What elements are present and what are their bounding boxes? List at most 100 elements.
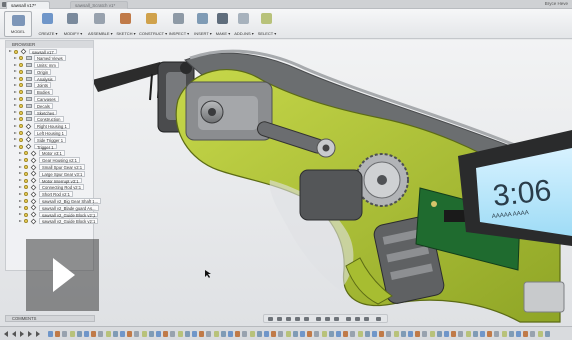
expand-arrow-icon[interactable] — [14, 138, 17, 141]
timeline-feature-icon[interactable] — [429, 331, 435, 337]
timeline-feature-icon[interactable] — [199, 331, 205, 337]
timeline-feature-icon[interactable] — [472, 331, 478, 337]
timeline-feature-icon[interactable] — [163, 331, 169, 337]
timeline-feature-icon[interactable] — [523, 331, 529, 337]
expand-arrow-icon[interactable] — [14, 97, 17, 100]
timeline-feature-icon[interactable] — [228, 331, 233, 337]
step-forward-icon[interactable] — [28, 331, 32, 337]
timeline-feature-icon[interactable] — [300, 331, 305, 337]
expand-arrow-icon[interactable] — [14, 117, 17, 120]
tab-inactive-document[interactable]: sawsall_Scratch v1* — [70, 1, 128, 9]
timeline-feature-icon[interactable] — [242, 331, 248, 337]
timeline-feature-icon[interactable] — [451, 331, 457, 337]
fit-icon[interactable] — [304, 317, 309, 321]
viewports-icon[interactable] — [334, 317, 339, 321]
timeline-feature-icon[interactable] — [480, 331, 485, 337]
visual-style-icon[interactable] — [346, 317, 351, 321]
browser-tree-item[interactable]: sawsall v2_Blade guard As... — [6, 204, 99, 211]
go-to-start-icon[interactable] — [4, 331, 8, 337]
visibility-bulb-icon[interactable] — [19, 110, 23, 115]
expand-arrow-icon[interactable] — [19, 206, 22, 209]
add-ins-menu[interactable]: ADD-INS ▾ — [233, 11, 255, 37]
timeline-feature-icon[interactable] — [278, 331, 284, 337]
expand-arrow-icon[interactable] — [19, 219, 22, 222]
zoom-icon[interactable] — [295, 317, 300, 321]
timeline-feature-icon[interactable] — [120, 331, 125, 337]
timeline-feature-icon[interactable] — [372, 331, 377, 337]
browser-tree-item[interactable]: Trigger 1 — [6, 143, 93, 150]
timeline-feature-icon[interactable] — [235, 331, 241, 337]
make-menu[interactable]: MAKE ▾ — [214, 11, 232, 37]
timeline-feature-icon[interactable] — [105, 331, 111, 337]
sketch-menu[interactable]: SKETCH ▾ — [116, 11, 136, 37]
expand-arrow-icon[interactable] — [19, 199, 22, 202]
timeline-feature-icon[interactable] — [508, 331, 514, 337]
visibility-bulb-icon[interactable] — [19, 131, 23, 136]
go-to-end-icon[interactable] — [36, 331, 40, 337]
browser-tree-item[interactable]: Analysis — [6, 75, 93, 82]
insert-menu[interactable]: INSERT ▾ — [193, 11, 213, 37]
timeline-feature-icon[interactable] — [206, 331, 212, 337]
browser-tree-item[interactable]: Joints — [6, 82, 93, 89]
visibility-bulb-icon[interactable] — [19, 103, 23, 108]
browser-tree-item[interactable]: Bodies — [6, 89, 93, 96]
play-icon[interactable] — [53, 258, 75, 292]
expand-arrow-icon[interactable] — [14, 56, 17, 59]
visibility-bulb-icon[interactable] — [19, 83, 23, 88]
expand-arrow-icon[interactable] — [19, 151, 22, 154]
visibility-bulb-icon[interactable] — [24, 165, 28, 170]
timeline-feature-icon[interactable] — [177, 331, 183, 337]
timeline-feature-icon[interactable] — [530, 331, 536, 337]
timeline-feature-icon[interactable] — [357, 331, 363, 337]
browser-tree-item[interactable]: sawsall v2_Guide Block v2:1 — [6, 218, 99, 225]
visibility-bulb-icon[interactable] — [24, 212, 28, 217]
expand-arrow-icon[interactable] — [19, 185, 22, 188]
browser-tree-item[interactable]: sawsall v2_Guide Block v2:1 — [6, 211, 99, 218]
play-timeline-icon[interactable] — [20, 331, 24, 337]
browser-tree-item[interactable]: Named Views — [6, 55, 93, 62]
expand-arrow-icon[interactable] — [19, 179, 22, 182]
visibility-bulb-icon[interactable] — [19, 90, 23, 95]
visibility-bulb-icon[interactable] — [19, 97, 23, 102]
assemble-menu[interactable]: ASSEMBLE ▾ — [88, 11, 113, 37]
timeline-feature-icon[interactable] — [48, 331, 53, 337]
expand-arrow-icon[interactable] — [14, 124, 17, 127]
browser-tree-item[interactable]: Construction — [6, 116, 93, 123]
browser-tree-item[interactable]: Motor v3:1 — [6, 150, 93, 157]
orbit-icon[interactable] — [268, 317, 273, 321]
expand-arrow-icon[interactable] — [14, 83, 17, 86]
visibility-bulb-icon[interactable] — [24, 199, 28, 204]
pan-icon[interactable] — [286, 317, 291, 321]
timeline-feature-icon[interactable] — [84, 331, 89, 337]
browser-tree-item[interactable]: Units: mm — [6, 62, 93, 69]
expand-arrow-icon[interactable] — [14, 131, 17, 134]
timeline-feature-icon[interactable] — [364, 331, 370, 337]
visibility-bulb-icon[interactable] — [24, 151, 28, 156]
timeline-feature-icon[interactable] — [436, 331, 442, 337]
timeline-feature-icon[interactable] — [307, 331, 313, 337]
expand-arrow-icon[interactable] — [19, 165, 22, 168]
visibility-bulb-icon[interactable] — [19, 137, 23, 142]
timeline-feature-icon[interactable] — [256, 331, 262, 337]
expand-arrow-icon[interactable] — [19, 192, 22, 195]
visibility-bulb-icon[interactable] — [19, 144, 23, 149]
timeline-feature-icon[interactable] — [343, 331, 349, 337]
browser-tree-item[interactable]: Decals — [6, 102, 93, 109]
timeline-feature-icon[interactable] — [98, 331, 104, 337]
object-visibility-icon[interactable] — [376, 317, 381, 321]
browser-tree-item[interactable]: Right Housing 1 — [6, 123, 93, 130]
browser-tree-item[interactable]: Small Spur Gear v2:1 — [6, 164, 93, 171]
visibility-bulb-icon[interactable] — [24, 158, 28, 163]
timeline-feature-icon[interactable] — [408, 331, 413, 337]
workspace-switcher[interactable]: MODEL — [4, 11, 32, 37]
tab-active-document[interactable]: sawsall v17* — [6, 1, 50, 9]
visibility-bulb-icon[interactable] — [24, 192, 28, 197]
timeline-feature-icon[interactable] — [148, 331, 154, 337]
browser-tree-item[interactable]: Connecting Rod v2:1 — [6, 184, 93, 191]
timeline-feature-icon[interactable] — [379, 331, 385, 337]
timeline-feature-icon[interactable] — [112, 331, 118, 337]
step-back-icon[interactable] — [12, 331, 16, 337]
expand-arrow-icon[interactable] — [14, 70, 17, 73]
browser-tree-item[interactable]: Gear Housing v2:1 — [6, 157, 93, 164]
timeline-feature-icon[interactable] — [544, 331, 550, 337]
